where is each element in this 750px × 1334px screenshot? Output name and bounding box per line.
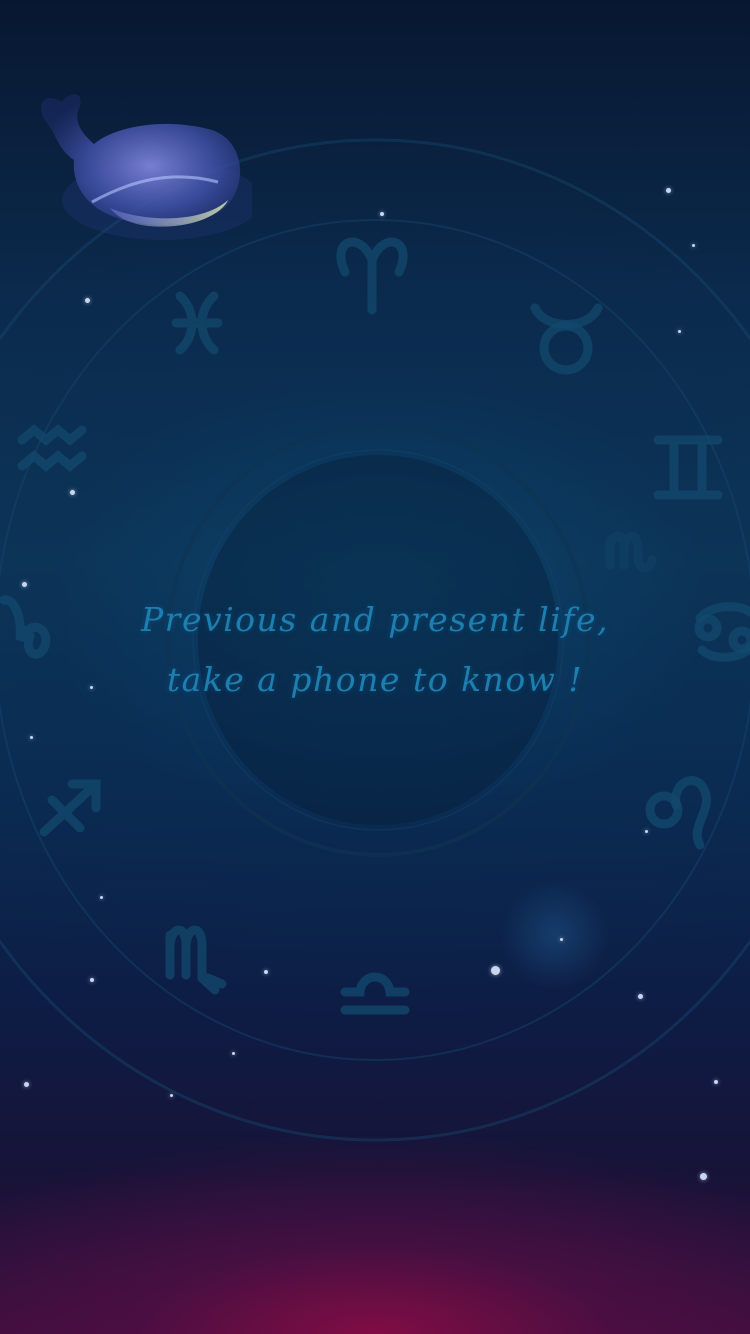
star [692,244,695,247]
star [22,582,27,587]
star [264,970,268,974]
star [85,298,90,303]
tagline-line-1: Previous and present life, [140,600,610,639]
star [100,896,103,899]
star [170,1094,173,1097]
star [678,330,681,333]
star [232,1052,235,1055]
star [491,966,500,975]
star [666,188,671,193]
star [714,1080,718,1084]
star [90,978,94,982]
star [380,212,384,216]
splash-tagline: Previous and present life, take a phone … [0,590,750,710]
star [638,994,643,999]
tagline-line-2: take a phone to know ! [166,660,584,699]
star [24,1082,29,1087]
star [30,736,33,739]
star [560,938,563,941]
star [70,490,75,495]
star [645,830,648,833]
splash-screen: Previous and present life, take a phone … [0,0,750,1334]
star [700,1173,707,1180]
